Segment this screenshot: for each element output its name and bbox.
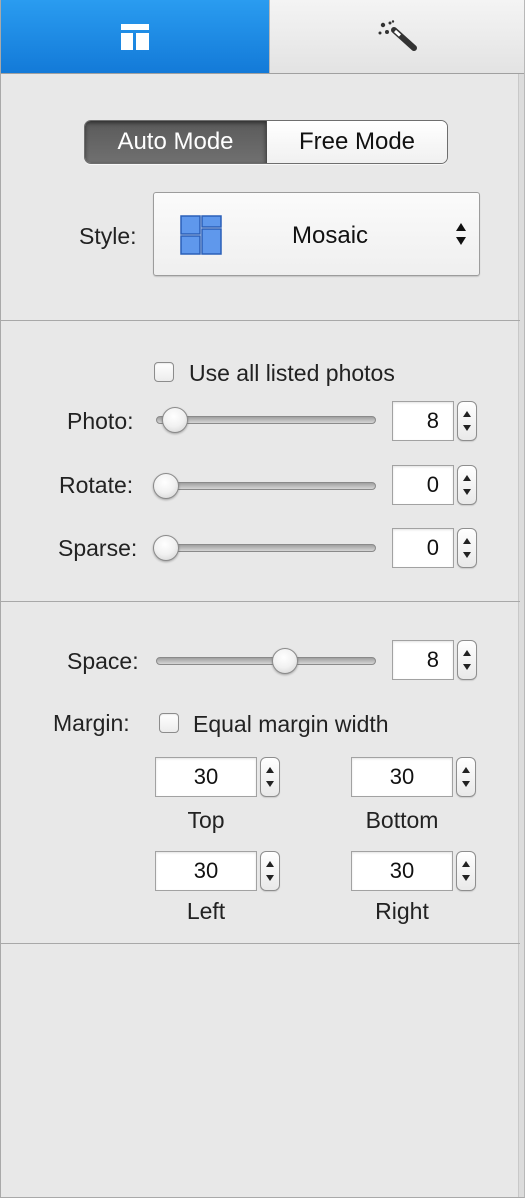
tab-bar [1, 0, 524, 74]
stepper-arrows-icon [266, 861, 274, 881]
mode-segmented-control: Auto Mode Free Mode [84, 120, 448, 164]
stepper-arrows-icon [266, 767, 274, 787]
sparse-stepper[interactable] [457, 528, 477, 568]
rotate-label: Rotate: [59, 472, 134, 498]
margin-bottom-caption: Bottom [365, 807, 439, 833]
stepper-arrows-icon [462, 861, 470, 881]
use-all-photos-checkbox[interactable] [154, 362, 174, 382]
margin-left-stepper[interactable] [260, 851, 280, 891]
photo-stepper[interactable] [457, 401, 477, 441]
stepper-arrows-icon [463, 411, 471, 431]
photo-label: Photo: [67, 408, 134, 434]
magic-wand-icon [378, 19, 417, 51]
slider-knob[interactable] [153, 535, 179, 561]
equal-margin-checkbox[interactable] [159, 713, 179, 733]
stepper-arrows-icon [462, 767, 470, 787]
rotate-field[interactable]: 0 [392, 465, 454, 505]
stepper-arrows-icon [463, 475, 471, 495]
stepper-arrows-icon [463, 538, 471, 558]
sparse-field[interactable]: 0 [392, 528, 454, 568]
photo-slider[interactable] [156, 400, 376, 440]
divider [1, 601, 520, 602]
divider [1, 943, 520, 944]
layout-icon [121, 23, 149, 50]
divider [1, 320, 520, 321]
free-mode-button[interactable]: Free Mode [267, 121, 447, 163]
margin-right-stepper[interactable] [456, 851, 476, 891]
space-field[interactable]: 8 [392, 640, 454, 680]
margin-top-stepper[interactable] [260, 757, 280, 797]
margin-bottom-stepper[interactable] [456, 757, 476, 797]
mosaic-icon [180, 215, 222, 255]
photo-count-field[interactable]: 8 [392, 401, 454, 441]
panel-edge [518, 74, 524, 1197]
slider-knob[interactable] [272, 648, 298, 674]
style-value: Mosaic [292, 222, 369, 249]
tab-effects[interactable] [269, 0, 524, 73]
space-stepper[interactable] [457, 640, 477, 680]
margin-left-caption: Left [186, 898, 226, 924]
stepper-arrows-icon [463, 650, 471, 670]
sparse-label: Sparse: [58, 535, 138, 561]
sparse-slider[interactable] [153, 528, 376, 568]
margin-top-caption: Top [187, 807, 225, 833]
space-slider[interactable] [156, 641, 376, 681]
chevron-updown-icon [456, 223, 466, 245]
rotate-slider[interactable] [153, 466, 376, 506]
margin-right-caption: Right [375, 898, 429, 924]
slider-knob[interactable] [162, 407, 188, 433]
style-label: Style: [79, 223, 137, 249]
layout-panel: Auto Mode Free Mode Style: Mosaic Use al… [0, 0, 525, 1198]
margin-bottom-field[interactable]: 30 [351, 757, 453, 797]
tab-layout[interactable] [1, 0, 269, 73]
margin-right-field[interactable]: 30 [351, 851, 453, 891]
margin-left-field[interactable]: 30 [155, 851, 257, 891]
rotate-stepper[interactable] [457, 465, 477, 505]
slider-knob[interactable] [153, 473, 179, 499]
space-label: Space: [67, 648, 139, 674]
style-popup[interactable]: Mosaic [153, 192, 480, 276]
auto-mode-button[interactable]: Auto Mode [85, 121, 267, 163]
margin-label: Margin: [53, 710, 130, 736]
equal-margin-label: Equal margin width [193, 711, 389, 737]
margin-top-field[interactable]: 30 [155, 757, 257, 797]
use-all-photos-label: Use all listed photos [189, 360, 395, 386]
